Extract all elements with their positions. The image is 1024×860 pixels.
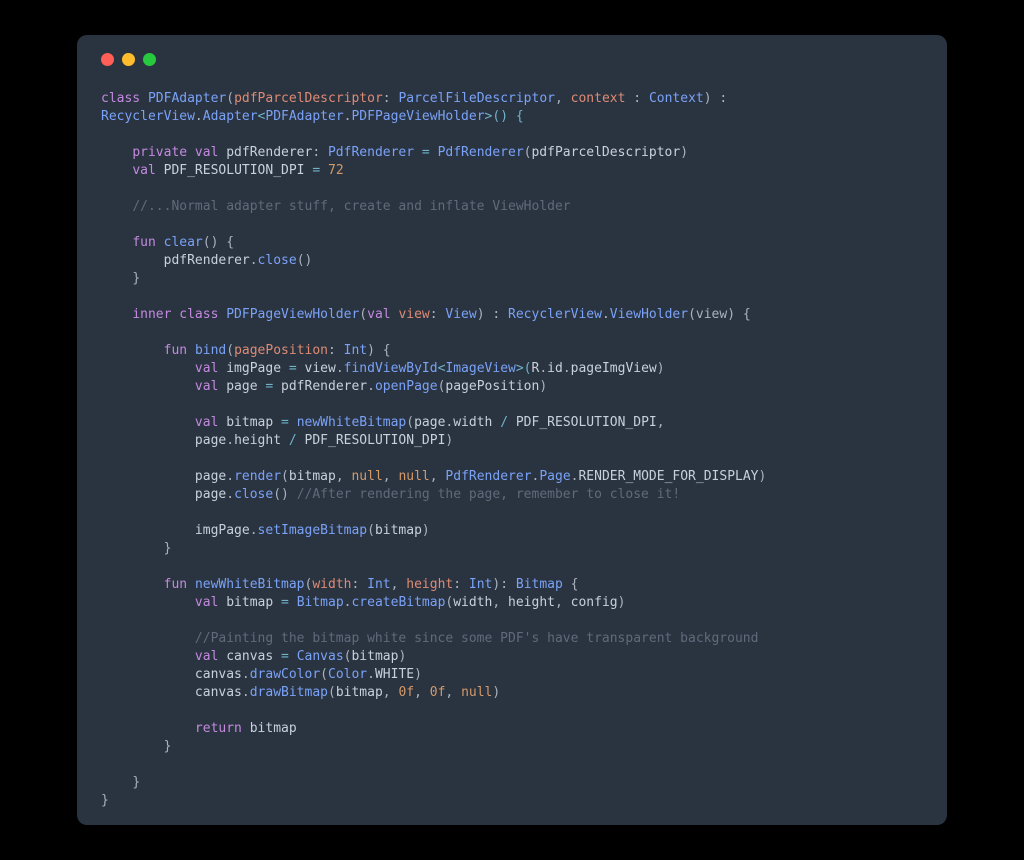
code-window: class PDFAdapter(pdfParcelDescriptor: Pa… xyxy=(77,35,947,825)
maximize-icon[interactable] xyxy=(143,53,156,66)
close-icon[interactable] xyxy=(101,53,114,66)
minimize-icon[interactable] xyxy=(122,53,135,66)
keyword: class xyxy=(101,91,148,106)
code-block: class PDFAdapter(pdfParcelDescriptor: Pa… xyxy=(101,90,923,810)
comment: //...Normal adapter stuff, create and in… xyxy=(132,199,570,214)
window-traffic-lights xyxy=(101,53,923,66)
class-name: PDFAdapter xyxy=(148,91,226,106)
